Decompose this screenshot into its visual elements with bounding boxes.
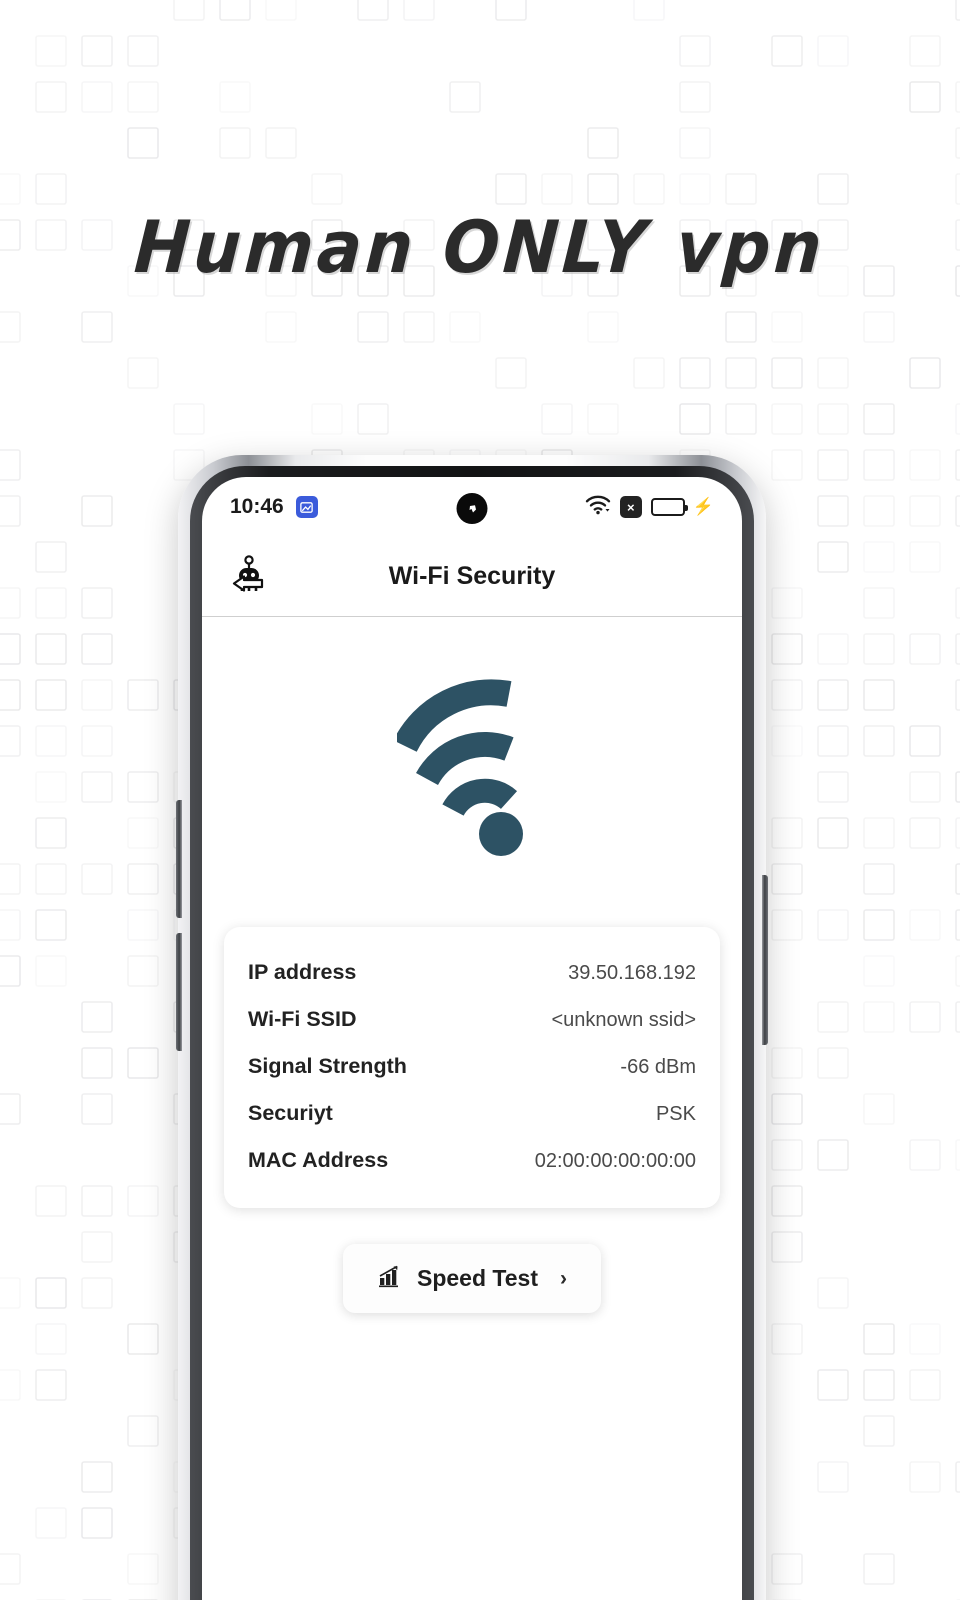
battery-icon bbox=[650, 498, 688, 516]
row-label: MAC Address bbox=[248, 1148, 389, 1172]
charging-bolt-icon: ⚡ bbox=[692, 497, 714, 516]
wifi-icon bbox=[585, 494, 611, 521]
close-badge-icon: × bbox=[619, 496, 642, 518]
volume-down-button[interactable] bbox=[176, 933, 182, 1051]
wifi-signal-icon bbox=[393, 672, 547, 862]
table-row: MAC Address 02:00:00:00:00:00 bbox=[248, 1137, 696, 1184]
app-badge-icon bbox=[295, 496, 318, 518]
status-bar-right: × ⚡ bbox=[585, 494, 714, 521]
speed-test-button[interactable]: Speed Test › bbox=[343, 1244, 601, 1313]
row-value: 39.50.168.192 bbox=[568, 962, 696, 984]
power-button[interactable] bbox=[762, 875, 768, 1045]
row-label: Signal Strength bbox=[248, 1054, 407, 1078]
page-title: Human ONLY vpn bbox=[132, 205, 828, 289]
row-label: Wi-Fi SSID bbox=[248, 1007, 357, 1031]
phone-mockup: 10:46 × ⚡ Wi-Fi Security IP address 39.5… bbox=[176, 455, 768, 1600]
chevron-right-icon: › bbox=[560, 1266, 567, 1290]
row-value: 02:00:00:00:00:00 bbox=[534, 1150, 696, 1172]
app-title: Wi-Fi Security bbox=[388, 562, 556, 590]
speed-test-section: Speed Test › bbox=[202, 1244, 742, 1313]
status-bar-left: 10:46 bbox=[230, 495, 318, 519]
app-header: Wi-Fi Security bbox=[202, 537, 742, 617]
speed-test-label: Speed Test bbox=[417, 1265, 538, 1291]
row-label: Securiyt bbox=[248, 1101, 333, 1125]
table-row: Wi-Fi SSID <unknown ssid> bbox=[248, 996, 696, 1043]
wifi-info-card: IP address 39.50.168.192 Wi-Fi SSID <unk… bbox=[224, 927, 720, 1208]
table-row: Securiyt PSK bbox=[248, 1090, 696, 1137]
row-value: PSK bbox=[655, 1103, 696, 1125]
row-value: -66 dBm bbox=[620, 1056, 696, 1078]
phone-screen: 10:46 × ⚡ Wi-Fi Security IP address 39.5… bbox=[202, 477, 742, 1600]
status-bar: 10:46 × ⚡ bbox=[202, 477, 742, 537]
row-value: <unknown ssid> bbox=[551, 1009, 696, 1031]
wifi-hero bbox=[202, 617, 742, 917]
status-bar-clock: 10:46 bbox=[230, 495, 284, 518]
table-row: Signal Strength -66 dBm bbox=[248, 1043, 696, 1090]
front-camera-punch-hole bbox=[456, 493, 488, 524]
row-label: IP address bbox=[248, 960, 357, 984]
bar-chart-icon bbox=[377, 1264, 401, 1293]
robot-back-icon[interactable] bbox=[226, 553, 272, 601]
volume-up-button[interactable] bbox=[176, 800, 182, 918]
table-row: IP address 39.50.168.192 bbox=[248, 949, 696, 996]
